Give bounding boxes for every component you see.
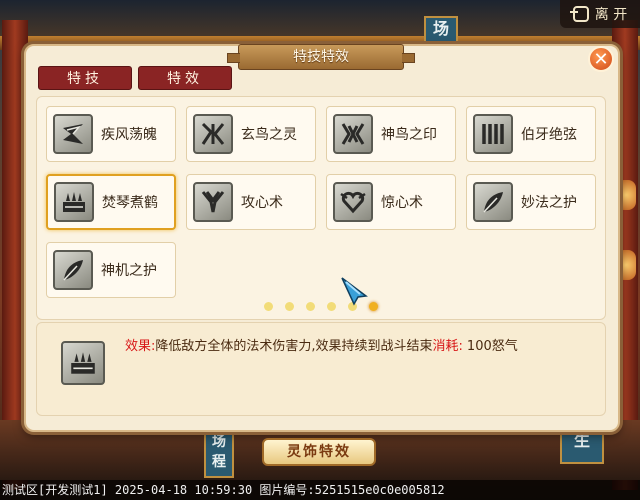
- skill-name: 伯牙绝弦: [521, 127, 577, 143]
- skill-name: 神鸟之印: [381, 127, 437, 143]
- skill-card[interactable]: 神机之护: [46, 242, 176, 298]
- close-icon: ✕: [593, 49, 609, 70]
- tab-bar: 特技 特效: [38, 66, 232, 90]
- heart-rune-icon: [333, 182, 373, 222]
- wind-rune-icon: [53, 114, 93, 154]
- zither-fire-icon: [61, 341, 105, 385]
- spirit-ornament-effects-button[interactable]: 灵饰特效: [262, 438, 376, 466]
- roof: [0, 0, 640, 40]
- tab-effects[interactable]: 特效: [138, 66, 232, 90]
- cursor-icon: [341, 277, 368, 306]
- skill-card-selected[interactable]: 焚琴煮鹤: [46, 174, 176, 230]
- effect-text: 效果:降低敌方全体的法术伤害力,效果持续到战斗结束消耗: 100怒气: [125, 335, 518, 354]
- sign-top: 场: [424, 16, 458, 44]
- skill-card[interactable]: 疾风荡魄: [46, 106, 176, 162]
- page-dot-active[interactable]: [369, 302, 378, 311]
- cost-value: 100怒气: [466, 339, 518, 354]
- phoenix-rune-icon: [333, 114, 373, 154]
- skill-name: 玄鸟之灵: [241, 127, 297, 143]
- dialog-title: 特技特效: [227, 44, 415, 70]
- skill-card[interactable]: 玄鸟之灵: [186, 106, 316, 162]
- page-dot[interactable]: [264, 302, 273, 311]
- page-dot[interactable]: [306, 302, 315, 311]
- leave-button[interactable]: 离 开: [560, 0, 640, 28]
- skill-name: 攻心术: [241, 195, 283, 211]
- skill-name: 惊心术: [381, 195, 423, 211]
- skill-name: 疾风荡魄: [101, 127, 157, 143]
- skill-card[interactable]: 惊心术: [326, 174, 456, 230]
- skill-card[interactable]: 神鸟之印: [326, 106, 456, 162]
- tab-skills[interactable]: 特技: [38, 66, 132, 90]
- effect-detail: 降低敌方全体的法术伤害力,效果持续到战斗结束: [155, 339, 433, 354]
- feather-icon: [473, 182, 513, 222]
- skill-name: 妙法之护: [521, 195, 577, 211]
- page-dot[interactable]: [327, 302, 336, 311]
- zither-rune-icon: [473, 114, 513, 154]
- skill-name: 焚琴煮鹤: [102, 195, 158, 211]
- leave-label: 离 开: [594, 7, 628, 23]
- exit-icon: [569, 6, 589, 22]
- effect-description-panel: 效果:降低敌方全体的法术伤害力,效果持续到战斗结束消耗: 100怒气: [36, 322, 606, 416]
- sign-bottom-left: 场程: [204, 430, 234, 478]
- cost-label: 消耗:: [432, 339, 463, 354]
- close-button[interactable]: ✕: [588, 46, 614, 72]
- heart-attack-icon: [193, 182, 233, 222]
- effect-label: 效果:: [125, 339, 156, 354]
- status-bar: 测试区[开发测试1] 2025-04-18 10:59:30 图片编号:5251…: [0, 480, 640, 500]
- skill-card[interactable]: 妙法之护: [466, 174, 596, 230]
- bird-rune-icon: [193, 114, 233, 154]
- page-dot[interactable]: [285, 302, 294, 311]
- skill-card[interactable]: 伯牙绝弦: [466, 106, 596, 162]
- skill-name: 神机之护: [101, 263, 157, 279]
- zither-fire-icon: [54, 182, 94, 222]
- skill-card[interactable]: 攻心术: [186, 174, 316, 230]
- feather-icon: [53, 250, 93, 290]
